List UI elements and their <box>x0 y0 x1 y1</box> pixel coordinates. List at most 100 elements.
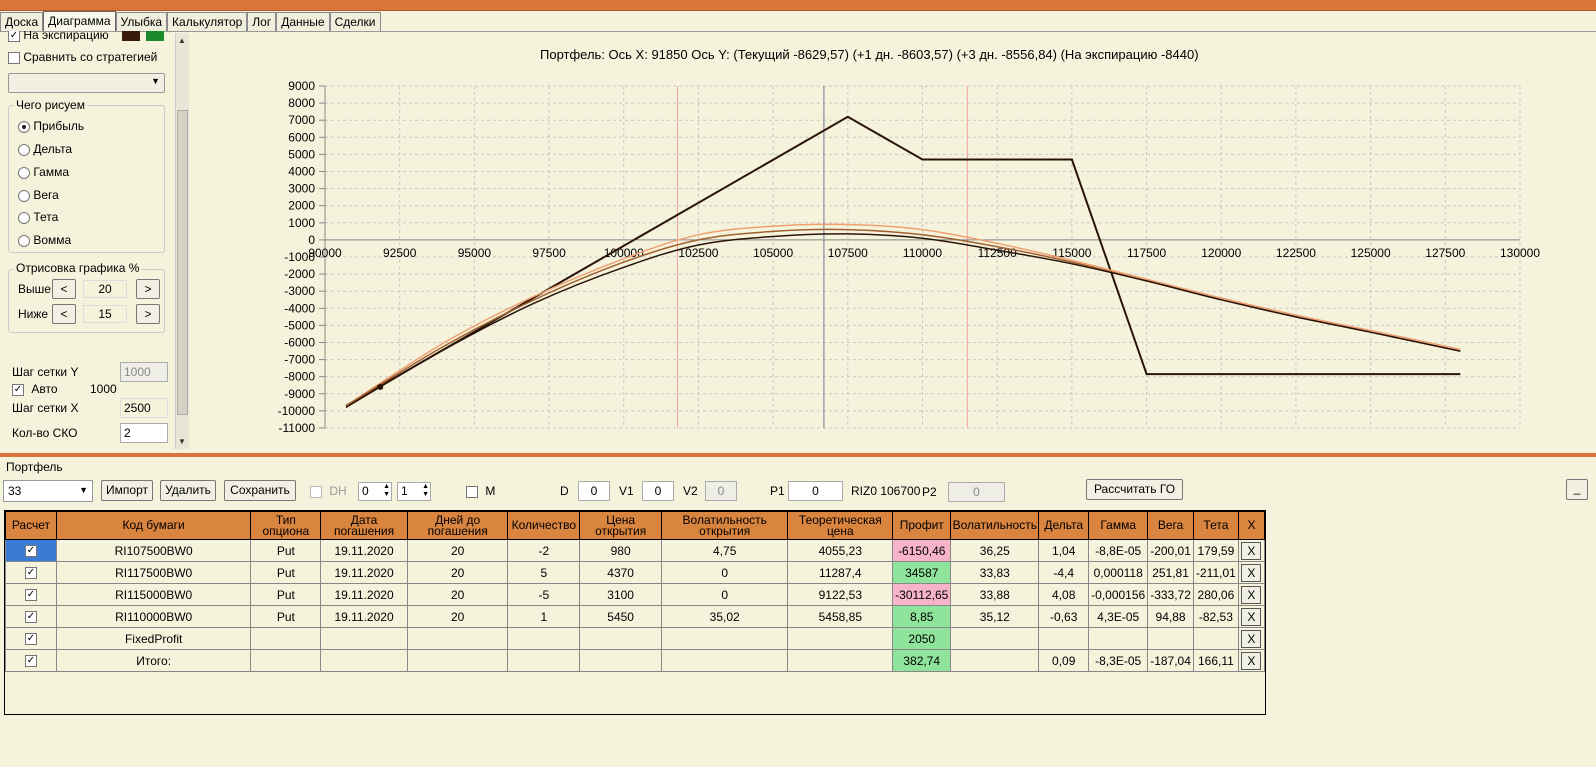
table-cell: 33,88 <box>950 583 1040 606</box>
column-header[interactable]: Дней до погашения <box>406 511 509 540</box>
remove-cell: X <box>1237 627 1266 650</box>
m-checkbox[interactable] <box>466 485 478 498</box>
spinner-arrows-icon[interactable]: ▲ ▼ <box>422 483 429 499</box>
remove-cell: X <box>1237 561 1266 584</box>
calculate-go-button[interactable]: Рассчитать ГО <box>1086 479 1183 500</box>
column-header[interactable]: X <box>1237 511 1266 540</box>
m-option[interactable]: M <box>466 484 495 498</box>
calc-checkbox[interactable]: ✓ <box>24 545 37 558</box>
cursor-point <box>377 383 384 390</box>
y-tick-label: 9000 <box>288 79 315 93</box>
calc-checkbox[interactable]: ✓ <box>24 655 37 668</box>
remove-row-button[interactable]: X <box>1241 651 1262 670</box>
column-header[interactable]: Гамма <box>1088 511 1149 540</box>
table-cell: 1 <box>507 605 581 628</box>
table-row[interactable]: ✓ RI107500BW0 Put 19.11.2020 20 -2 980 4,75 4055… <box>5 539 1266 562</box>
v2-label: V2 <box>683 484 698 498</box>
calc-cell[interactable]: ✓ <box>5 605 57 628</box>
x-tick-label: 127500 <box>1425 246 1465 260</box>
minimize-button[interactable]: _ <box>1566 479 1588 500</box>
column-header[interactable]: Профит <box>892 511 952 540</box>
p1-input[interactable]: 0 <box>788 481 843 501</box>
column-header[interactable]: Вега <box>1147 511 1194 540</box>
profit-chart: 9000 8000 7000 6000 5000 4000 3000 2000 1000 0 -10… <box>278 79 1541 435</box>
column-header[interactable]: Цена открытия <box>579 511 662 540</box>
calc-checkbox[interactable]: ✓ <box>24 611 37 624</box>
spinner-arrows-icon[interactable]: ▲ ▼ <box>383 483 390 499</box>
v1-input[interactable]: 0 <box>642 481 674 501</box>
table-cell <box>320 627 408 650</box>
remove-row-button[interactable]: X <box>1241 585 1262 604</box>
table-row[interactable]: ✓ FixedProfit 2050 X <box>5 627 1266 650</box>
calc-cell[interactable]: ✓ <box>5 649 57 672</box>
table-cell: 35,02 <box>660 605 789 628</box>
calc-cell[interactable]: ✓ <box>5 539 57 562</box>
dh-checkbox[interactable] <box>310 485 322 498</box>
table-cell: 179,59 <box>1192 539 1239 562</box>
p2-input[interactable]: 0 <box>948 482 1005 502</box>
chevron-down-icon: ▼ <box>79 485 88 495</box>
column-header[interactable]: Тип опциона <box>250 511 322 540</box>
p2-label: P2 <box>922 485 937 499</box>
table-cell: 5450 <box>579 605 662 628</box>
y-tick-label: -3000 <box>284 284 315 298</box>
remove-cell: X <box>1237 583 1266 606</box>
column-header[interactable]: Волатильность открытия <box>660 511 789 540</box>
table-cell: RI107500BW0 <box>55 539 252 562</box>
dh-spinner-a[interactable]: 0 ▲ ▼ <box>358 482 392 501</box>
dh-spinner-b[interactable]: 1 ▲ ▼ <box>397 482 431 501</box>
column-header[interactable]: Дельта <box>1038 511 1090 540</box>
table-cell: -200,01 <box>1147 539 1194 562</box>
column-header[interactable]: Количество <box>507 511 581 540</box>
table-cell: FixedProfit <box>55 627 252 650</box>
d-input[interactable]: 0 <box>578 481 610 501</box>
column-header[interactable]: Тета <box>1192 511 1239 540</box>
table-cell: 0,000118 <box>1088 561 1149 584</box>
table-row[interactable]: ✓ RI117500BW0 Put 19.11.2020 20 5 4370 0 11287,4… <box>5 561 1266 584</box>
v2-input[interactable]: 0 <box>705 481 737 501</box>
portfolio-select-value: 33 <box>8 484 22 498</box>
x-tick-label: 92500 <box>383 246 417 260</box>
dh-option[interactable]: DH <box>310 484 347 498</box>
table-cell: 20 <box>406 539 509 562</box>
column-header[interactable]: Теоретическая цена <box>787 511 894 540</box>
import-button[interactable]: Импорт <box>101 480 153 501</box>
remove-row-button[interactable]: X <box>1241 607 1262 626</box>
calc-checkbox[interactable]: ✓ <box>24 633 37 646</box>
x-tick-label: 107500 <box>828 246 868 260</box>
remove-row-button[interactable]: X <box>1241 541 1262 560</box>
calc-cell[interactable]: ✓ <box>5 561 57 584</box>
column-header[interactable]: Волатильность <box>950 511 1040 540</box>
table-cell <box>1088 627 1149 650</box>
remove-row-button[interactable]: X <box>1241 629 1262 648</box>
table-row[interactable]: ✓ RI115000BW0 Put 19.11.2020 20 -5 3100 0 9122,5… <box>5 583 1266 606</box>
table-cell: -211,01 <box>1192 561 1239 584</box>
d-label: D <box>560 484 569 498</box>
y-tick-label: -10000 <box>278 404 316 418</box>
table-cell: -333,72 <box>1147 583 1194 606</box>
remove-row-button[interactable]: X <box>1241 563 1262 582</box>
table-cell: Put <box>250 539 322 562</box>
table-cell: 1,04 <box>1038 539 1090 562</box>
table-row[interactable]: ✓ Итого: 382,74 0,09 -8,3E-05 -187,04 166,11 X <box>5 649 1266 672</box>
table-cell <box>660 627 789 650</box>
calc-cell[interactable]: ✓ <box>5 627 57 650</box>
calc-checkbox[interactable]: ✓ <box>24 589 37 602</box>
portfolio-select[interactable]: 33 ▼ <box>3 480 93 502</box>
remove-cell: X <box>1237 649 1266 672</box>
table-cell <box>660 649 789 672</box>
table-cell: RI117500BW0 <box>55 561 252 584</box>
column-header[interactable]: Код бумаги <box>55 511 252 540</box>
calc-checkbox[interactable]: ✓ <box>24 567 37 580</box>
delete-button[interactable]: Удалить <box>160 480 216 501</box>
column-header[interactable]: Расчет <box>5 511 57 540</box>
p1-label: P1 <box>770 484 785 498</box>
save-button[interactable]: Сохранить <box>224 480 296 501</box>
splitter[interactable] <box>0 453 1596 457</box>
table-cell: -6150,46 <box>892 539 952 562</box>
y-tick-label: 7000 <box>288 113 315 127</box>
table-row[interactable]: ✓ RI110000BW0 Put 19.11.2020 20 1 5450 35,02 545… <box>5 605 1266 628</box>
calc-cell[interactable]: ✓ <box>5 583 57 606</box>
column-header[interactable]: Дата погашения <box>320 511 408 540</box>
table-cell: 2050 <box>892 627 952 650</box>
